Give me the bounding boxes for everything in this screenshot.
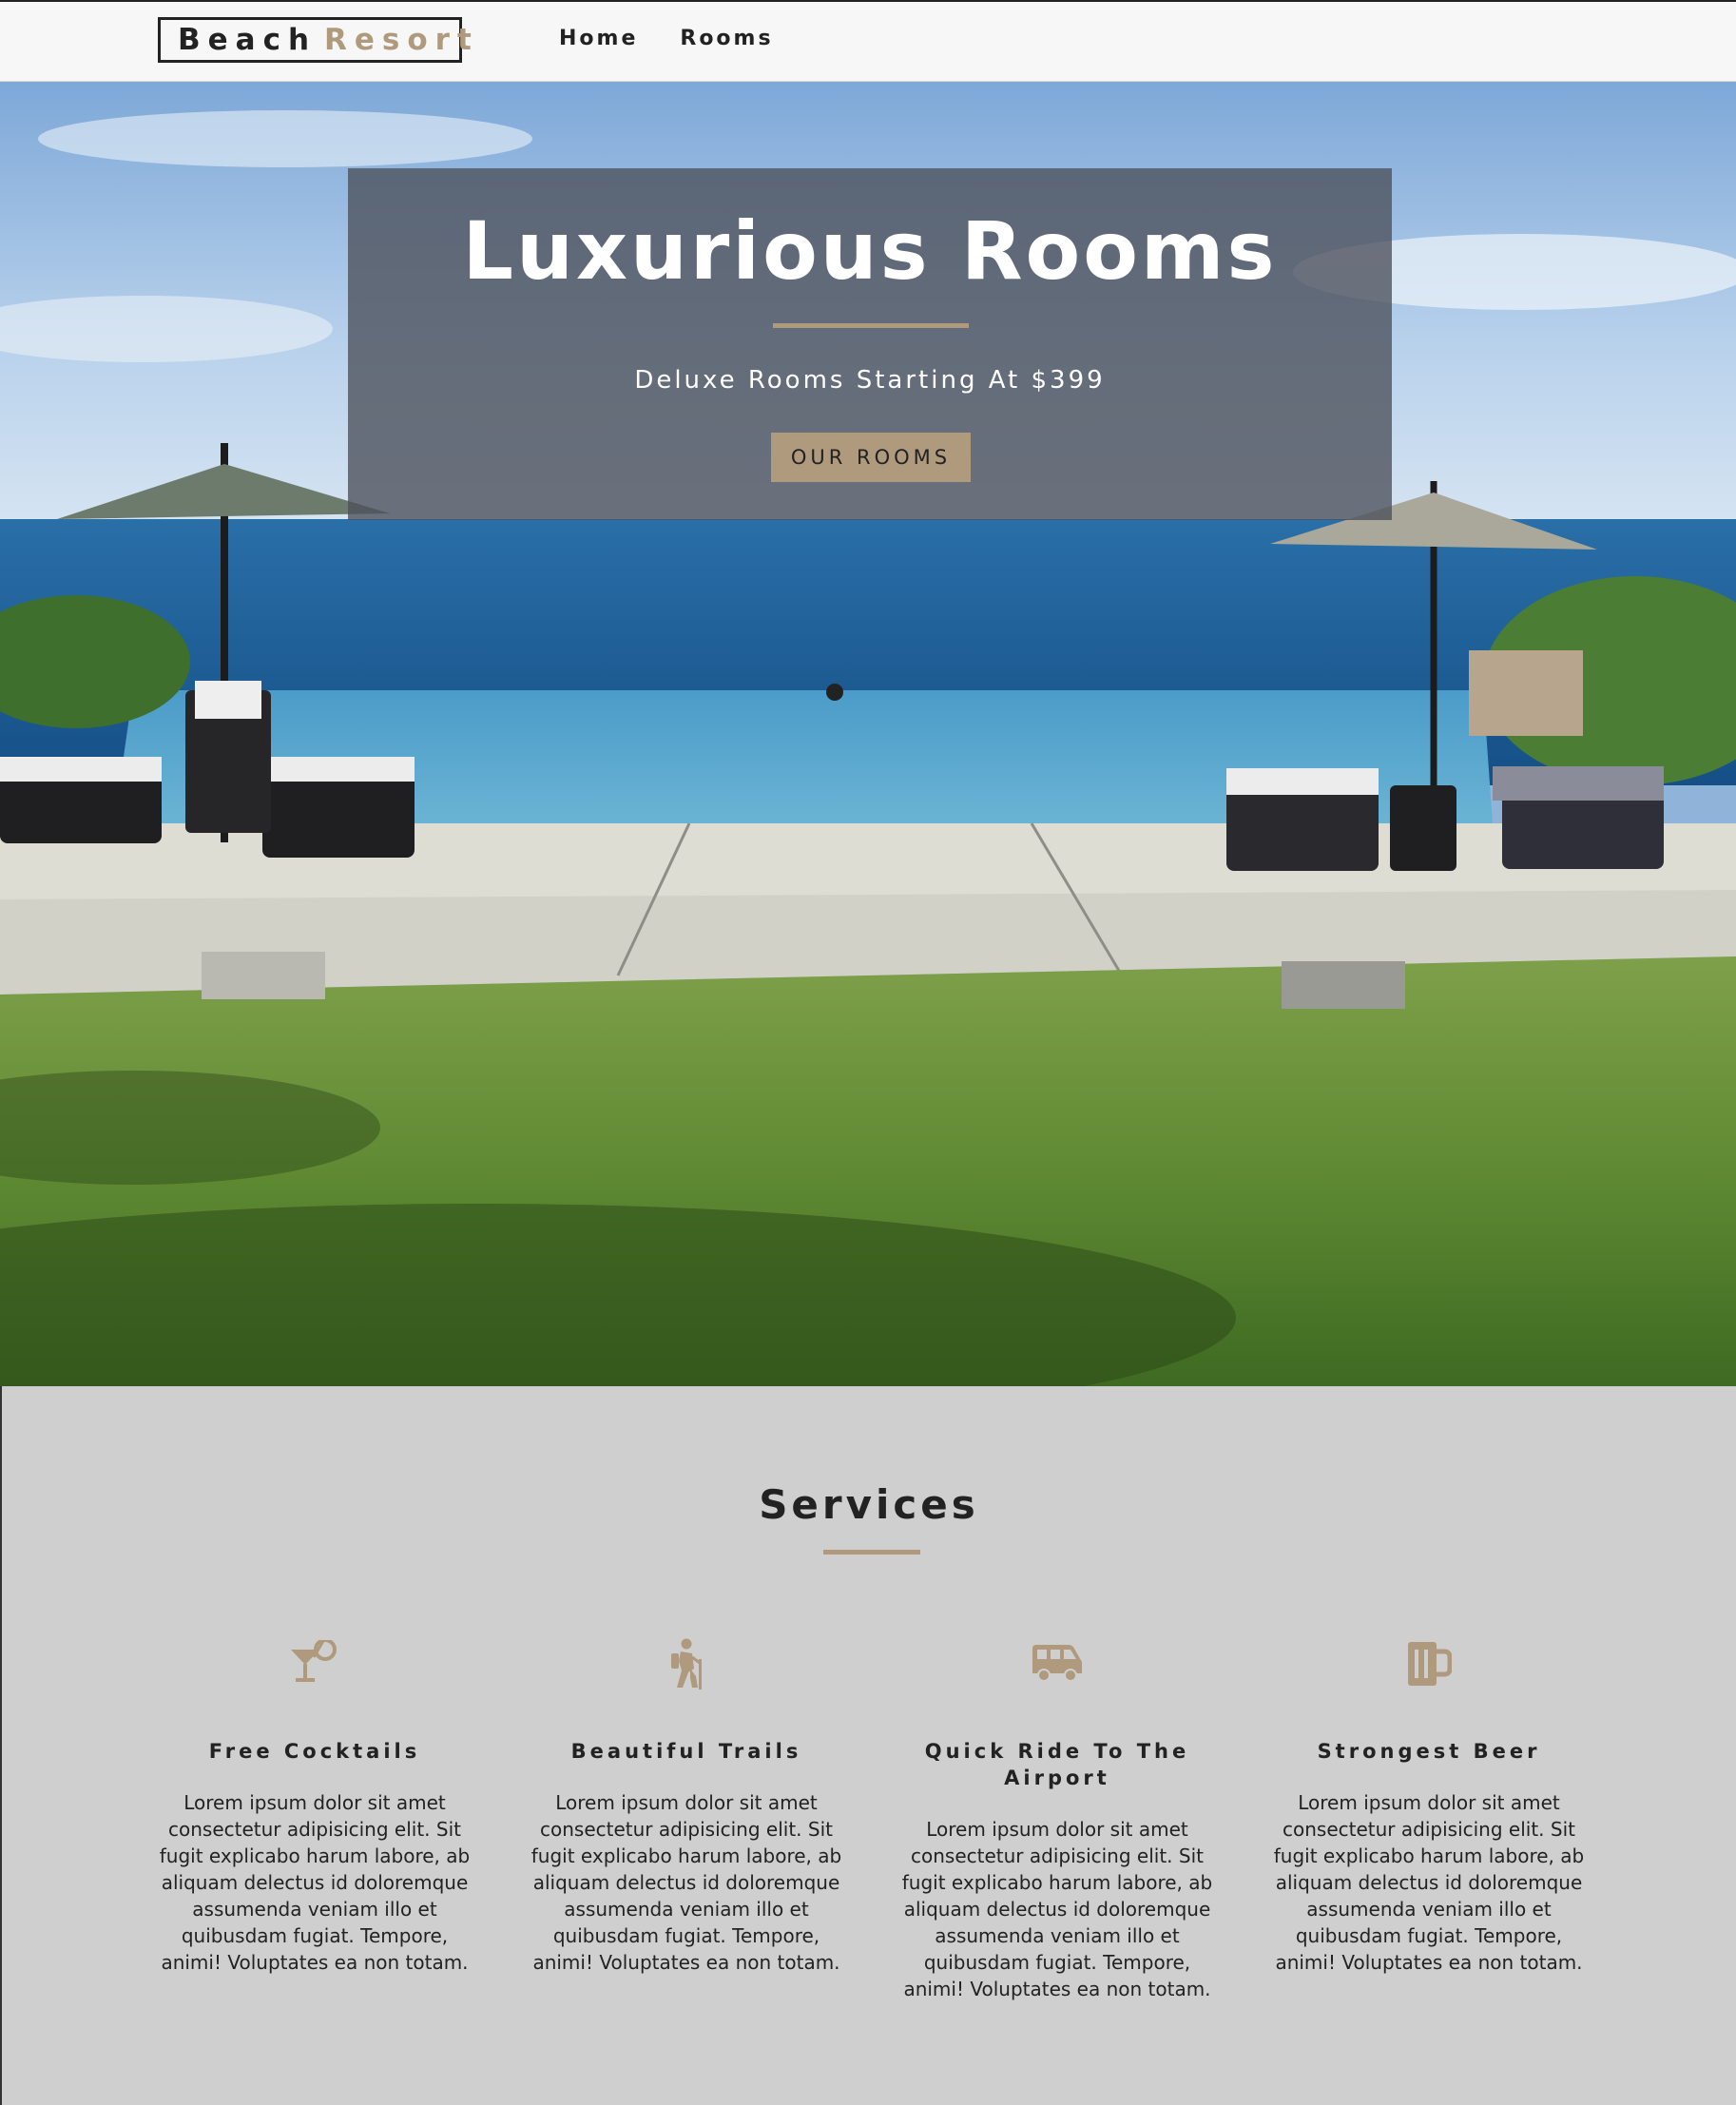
service-title: Beautiful Trails	[570, 1740, 802, 1763]
service-card-cocktails: Free Cocktails Lorem ipsum dolor sit ame…	[158, 1635, 472, 1976]
service-title: Quick Ride To The Airport	[924, 1740, 1190, 1789]
nav-link-home[interactable]: Home	[559, 27, 638, 50]
hiking-icon	[671, 1638, 702, 1690]
service-card-beer: Strongest Beer Lorem ipsum dolor sit ame…	[1272, 1635, 1586, 1976]
cocktail-icon	[291, 1640, 337, 1682]
beer-mug-icon	[1408, 1642, 1452, 1686]
nav-links: Home Rooms	[559, 27, 774, 50]
hero-title: Luxurious Rooms	[462, 204, 1278, 298]
hero-title-underline	[773, 323, 969, 328]
services-title: Services	[759, 1481, 979, 1528]
logo-word-resort: Resort	[324, 23, 479, 57]
hero-subtitle: Deluxe Rooms Starting At $399	[634, 366, 1106, 395]
service-title: Free Cocktails	[208, 1740, 421, 1763]
our-rooms-button[interactable]: OUR ROOMS	[771, 433, 971, 482]
shuttle-van-icon	[1032, 1645, 1082, 1682]
logo[interactable]: Beach Resort	[158, 17, 472, 63]
nav-link-rooms[interactable]: Rooms	[680, 27, 773, 50]
service-description: Lorem ipsum dolor sit amet consectetur a…	[901, 1818, 1213, 2000]
service-title: Strongest Beer	[1317, 1740, 1541, 1763]
hero-banner: Luxurious Rooms Deluxe Rooms Starting At…	[348, 168, 1392, 520]
services-title-underline	[823, 1550, 920, 1555]
service-description: Lorem ipsum dolor sit amet consectetur a…	[1273, 1791, 1585, 1974]
logo-word-beach: Beach	[178, 23, 318, 57]
service-description: Lorem ipsum dolor sit amet consectetur a…	[530, 1791, 842, 1974]
service-description: Lorem ipsum dolor sit amet consectetur a…	[159, 1791, 471, 1974]
service-card-trails: Beautiful Trails Lorem ipsum dolor sit a…	[530, 1635, 843, 1976]
service-card-airport: Quick Ride To The Airport Lorem ipsum do…	[900, 1635, 1214, 2002]
hero: Luxurious Rooms Deluxe Rooms Starting At…	[0, 82, 1736, 1386]
services-section: Services Free Cocktails Lorem ipsum dolo…	[0, 1386, 1736, 2105]
navbar: Beach Resort Home Rooms	[0, 0, 1736, 82]
